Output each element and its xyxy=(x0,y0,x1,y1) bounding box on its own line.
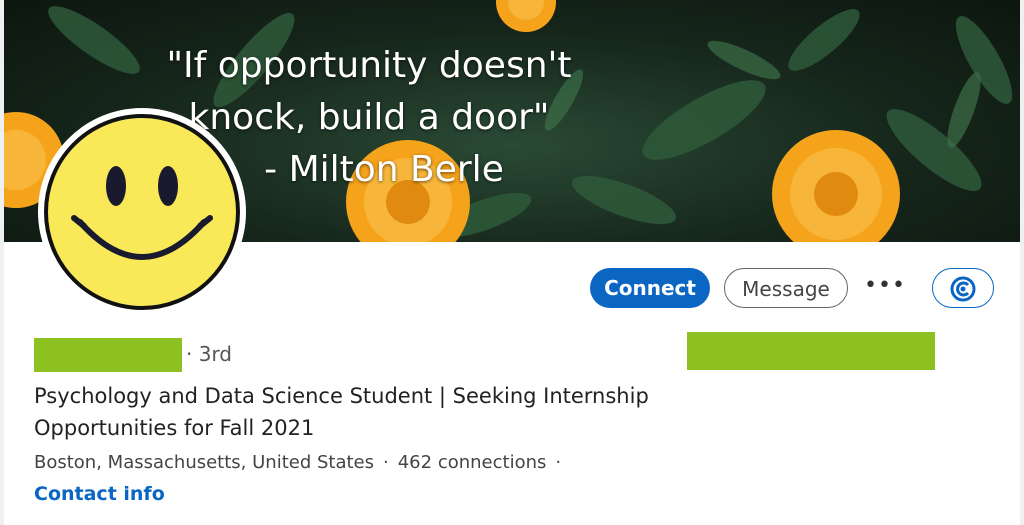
company-logo-icon xyxy=(950,276,976,302)
more-options-icon[interactable]: ••• xyxy=(864,268,905,308)
connection-degree: · 3rd xyxy=(186,342,233,366)
smiley-face-icon xyxy=(44,114,240,310)
profile-headline: Psychology and Data Science Student | Se… xyxy=(34,384,649,440)
profile-avatar[interactable] xyxy=(38,108,246,316)
profile-card: "If opportunity doesn't knock, build a d… xyxy=(4,0,1020,525)
connections-count[interactable]: 462 connections xyxy=(398,452,547,473)
contact-info-link[interactable]: Contact info xyxy=(34,480,165,508)
name-redaction xyxy=(34,338,182,372)
message-button[interactable]: Message xyxy=(724,268,848,308)
connect-button[interactable]: Connect xyxy=(590,268,710,308)
location-text: Boston, Massachusetts, United States xyxy=(34,452,374,473)
location-row: Boston, Massachusetts, United States · 462… xyxy=(34,452,562,473)
company-redaction xyxy=(687,332,935,370)
company-button[interactable] xyxy=(932,268,994,308)
